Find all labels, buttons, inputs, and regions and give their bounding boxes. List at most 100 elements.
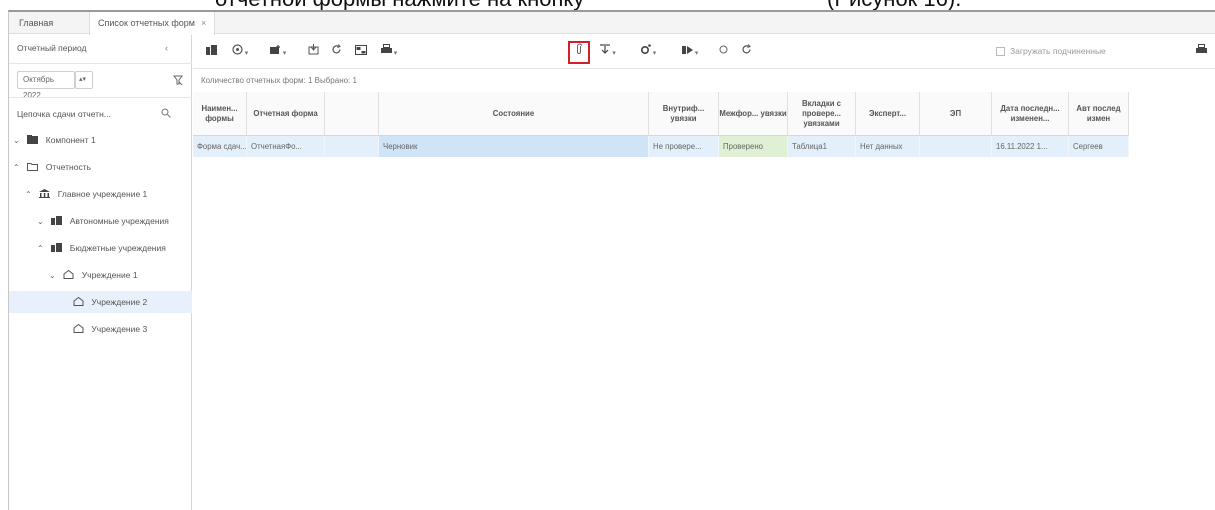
- group-icon: [205, 45, 217, 55]
- folder-open-icon: [27, 157, 39, 171]
- document-text-fragment: отчетной формы нажмите на кнопку (Рисуно…: [0, 0, 1215, 10]
- table-cell[interactable]: [325, 136, 379, 157]
- chevron-up-icon[interactable]: ⌃: [25, 184, 37, 205]
- column-header[interactable]: [325, 92, 379, 136]
- column-header[interactable]: Авт послед измен: [1069, 92, 1129, 136]
- table-view-button[interactable]: [353, 42, 369, 62]
- tree-item-budget[interactable]: ⌃ Бюджетные учреждения: [37, 237, 192, 259]
- column-header[interactable]: Вкладки с провере... увязками: [788, 92, 856, 136]
- copy-button[interactable]: [305, 42, 321, 62]
- tree-item-label: Отчетность: [45, 162, 92, 172]
- group-icon: [51, 211, 63, 225]
- chevron-up-icon[interactable]: ⌃: [37, 238, 49, 259]
- column-header[interactable]: Эксперт...: [856, 92, 920, 136]
- status-menu-button[interactable]: ▾: [227, 42, 253, 62]
- tree-item-label: Учреждение 2: [91, 297, 148, 307]
- chain-row: Цепочка сдачи отчетн...: [9, 101, 192, 127]
- tree-item-label: Учреждение 1: [81, 270, 138, 280]
- column-header[interactable]: Состояние: [379, 92, 649, 136]
- divider: [9, 97, 192, 98]
- main-panel: ▾ ▾ ▾ ▾ ▾ ▾ Загружать подчиненные Количе…: [193, 35, 1215, 510]
- house-icon: [63, 265, 75, 279]
- period-select[interactable]: Октябрь 2022: [17, 71, 75, 100]
- folder-add-icon: [269, 45, 280, 54]
- tree-item-institution-2[interactable]: Учреждение 2: [9, 291, 192, 313]
- filter-clear-icon[interactable]: [173, 75, 183, 85]
- column-header[interactable]: Отчетная форма: [247, 92, 325, 136]
- tree-item-label: Автономные учреждения: [69, 216, 169, 226]
- table-cell[interactable]: Таблица1: [788, 136, 856, 157]
- gear-icon: [640, 44, 651, 55]
- chevron-down-icon: ▾: [652, 50, 657, 57]
- chevron-down-icon[interactable]: ⌄: [13, 130, 25, 151]
- tree-item-component-1[interactable]: ⌄ Компонент 1: [13, 129, 191, 151]
- chevron-down-icon: ▾: [244, 50, 249, 57]
- tab-report-list[interactable]: Список отчетных форм ×: [89, 12, 216, 35]
- period-label: Отчетный период: [17, 43, 87, 53]
- paperclip-icon: [577, 43, 583, 54]
- doc-text-left: отчетной формы нажмите на кнопку: [215, 0, 584, 10]
- table-cell[interactable]: ОтчетнаяФо...: [247, 136, 325, 157]
- institution-icon: [39, 184, 51, 198]
- refresh-icon: [331, 44, 341, 54]
- sync-icon: [719, 45, 727, 54]
- close-icon[interactable]: ×: [201, 18, 206, 28]
- chevron-down-icon[interactable]: ⌄: [49, 265, 61, 286]
- chevron-down-icon: ▾: [282, 50, 287, 57]
- table-cell[interactable]: Сергеев: [1069, 136, 1129, 157]
- doc-text-right: (Рисунок 16).: [827, 0, 961, 10]
- create-menu-button[interactable]: ▾: [265, 42, 291, 62]
- refresh-icon: [741, 44, 751, 54]
- column-header[interactable]: Межфор... увязки: [719, 92, 788, 136]
- chain-label: Цепочка сдачи отчетн...: [17, 109, 111, 119]
- table-cell[interactable]: Нет данных: [856, 136, 920, 157]
- table-cell[interactable]: 16.11.2022 1...: [992, 136, 1069, 157]
- target-icon: [232, 44, 243, 55]
- sync-button[interactable]: [715, 42, 731, 62]
- chevron-up-icon[interactable]: ⌃: [13, 157, 25, 178]
- reload-button[interactable]: [738, 42, 754, 62]
- send-menu-button[interactable]: ▾: [677, 42, 703, 62]
- tab-report-list-label: Список отчетных форм: [98, 18, 195, 28]
- tree-item-main-institution-1[interactable]: ⌃ Главное учреждение 1: [25, 183, 192, 205]
- print-button[interactable]: [1193, 42, 1209, 62]
- tree-item-reporting[interactable]: ⌃ Отчетность: [13, 156, 191, 178]
- refresh-button[interactable]: [328, 42, 344, 62]
- download-icon: [600, 44, 611, 54]
- send-icon: [681, 46, 693, 54]
- search-icon[interactable]: [161, 108, 171, 118]
- column-header[interactable]: Наимен... формы: [193, 92, 247, 136]
- form-count-info: Количество отчетных форм: 1 Выбрано: 1: [201, 76, 357, 85]
- column-header[interactable]: Внутриф... увязки: [649, 92, 719, 136]
- tab-home[interactable]: Главная: [19, 12, 53, 34]
- period-spinner[interactable]: ▴▾: [75, 71, 93, 89]
- settings-menu-button[interactable]: ▾: [635, 42, 661, 62]
- tree-item-autonomous[interactable]: ⌄ Автономные учреждения: [37, 210, 192, 232]
- column-header[interactable]: ЭП: [920, 92, 992, 136]
- table-cell[interactable]: Проверено: [719, 136, 788, 157]
- tree-item-institution-3[interactable]: Учреждение 3: [73, 318, 192, 340]
- column-header[interactable]: Дата последн... изменен...: [992, 92, 1069, 136]
- chevron-down-icon[interactable]: ⌄: [37, 211, 49, 232]
- tree-item-label: Главное учреждение 1: [57, 189, 148, 199]
- tab-home-label: Главная: [19, 18, 54, 28]
- hierarchy-button[interactable]: [203, 42, 219, 62]
- load-subordinate-checkbox[interactable]: [996, 47, 1005, 56]
- tree-item-institution-1[interactable]: ⌄ Учреждение 1: [49, 264, 192, 286]
- table-cell[interactable]: [920, 136, 992, 157]
- toolbar: ▾ ▾ ▾ ▾ ▾ ▾ Загружать подчиненные: [193, 35, 1215, 69]
- export-menu-button[interactable]: ▾: [595, 42, 621, 62]
- house-icon: [73, 319, 85, 333]
- table-icon: [355, 45, 367, 55]
- group-icon: [51, 238, 63, 252]
- table-cell[interactable]: Форма сдач...: [193, 136, 247, 157]
- collapse-sidebar-icon[interactable]: ‹: [165, 43, 168, 53]
- chevron-down-icon: ▾: [694, 50, 699, 57]
- table-cell[interactable]: Не провере...: [649, 136, 719, 157]
- attachment-button[interactable]: [568, 41, 590, 64]
- divider: [9, 63, 192, 64]
- table-cell[interactable]: Черновик: [379, 136, 649, 157]
- app-window: Главная Список отчетных форм × Отчетный п…: [8, 10, 1215, 510]
- print-icon: [1195, 44, 1207, 53]
- print-menu-button[interactable]: ▾: [376, 42, 402, 62]
